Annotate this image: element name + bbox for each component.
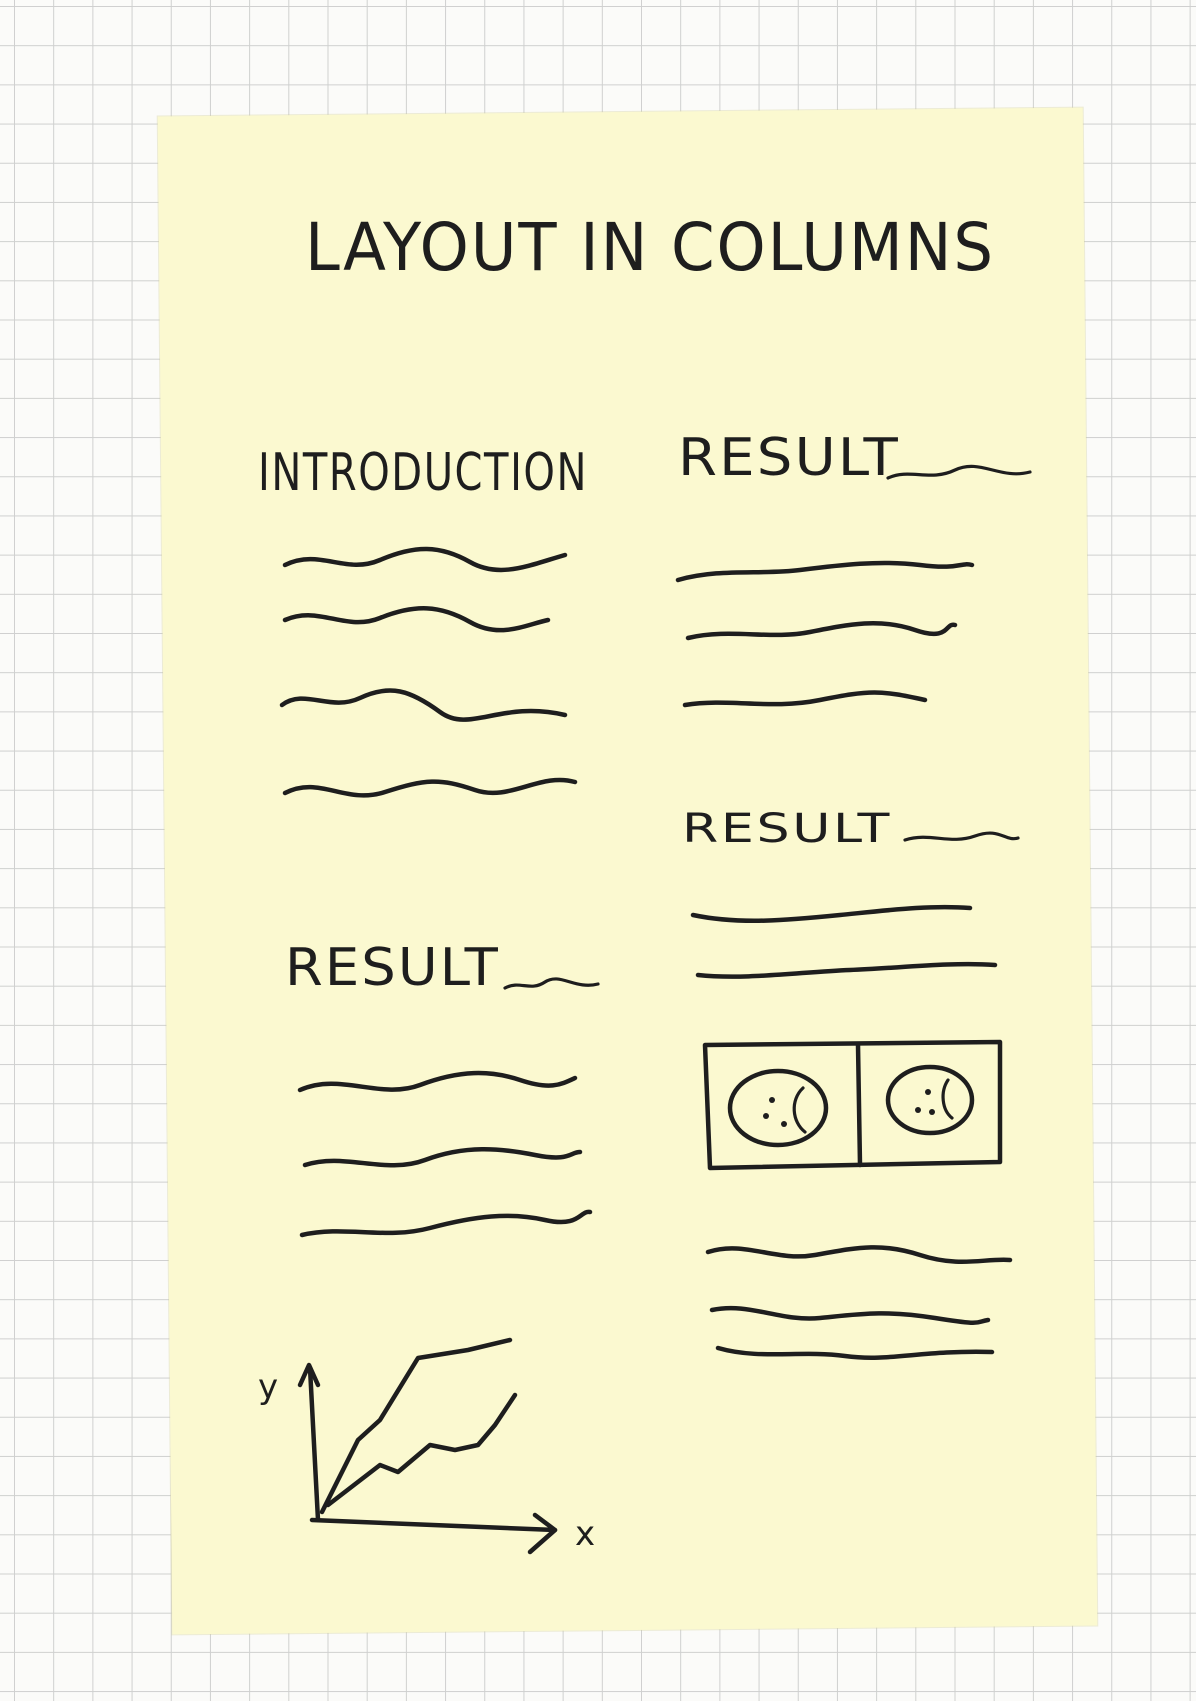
- scribble-line: [302, 1146, 583, 1168]
- scribble-line: [282, 546, 568, 573]
- y-axis: [307, 1365, 321, 1523]
- scribble-line: [709, 1305, 991, 1326]
- left-heading-result: RESULT: [285, 938, 500, 998]
- x-axis-label: x: [575, 1514, 597, 1554]
- scribble-line: [690, 904, 973, 923]
- image-panel-divider: [855, 1042, 863, 1168]
- face-mouth: [792, 1086, 807, 1134]
- y-axis-label: y: [258, 1367, 280, 1407]
- scribble-line: [675, 560, 975, 583]
- scanned-page: { "note": { "title": "LAYOUT IN COLUMNS"…: [0, 0, 1196, 1701]
- scribble-line: [279, 688, 568, 722]
- face-eye: [925, 1089, 931, 1095]
- line-chart-sketch: y x: [258, 1337, 597, 1555]
- right-result-1-text-lines: [675, 560, 975, 708]
- heading-trailing-scribble: [503, 977, 600, 990]
- right-result-2-text-lines: [690, 904, 998, 979]
- heading-trailing-scribble: [886, 464, 1032, 480]
- scribble-line: [705, 1245, 1013, 1265]
- heading-trailing-scribble: [903, 831, 1020, 842]
- scribble-line: [685, 621, 958, 641]
- scribble-line: [282, 777, 578, 798]
- x-axis-arrow-head: [527, 1512, 558, 1555]
- right-heading-result-1: RESULT: [678, 428, 900, 488]
- face-eye: [929, 1109, 935, 1115]
- left-result-text-lines: [297, 1070, 593, 1238]
- note-title: LAYOUT IN COLUMNS: [305, 209, 995, 286]
- scribble-line: [682, 690, 928, 708]
- image-panel-sketch: [702, 1039, 1003, 1171]
- sketch-drawing: LAYOUT IN COLUMNS INTRODUCTION RESULT y …: [258, 209, 1032, 1555]
- scribble-line: [715, 1345, 995, 1360]
- scribble-line: [695, 961, 998, 979]
- face-sketch-left: [727, 1068, 829, 1148]
- scribble-line: [299, 1209, 593, 1238]
- right-heading-result-2: RESULT: [682, 806, 892, 852]
- face-outline: [885, 1064, 975, 1136]
- chart-line-lower: [325, 1392, 518, 1508]
- face-eye: [769, 1097, 775, 1103]
- image-panel-frame: [702, 1039, 1003, 1171]
- face-eye: [763, 1113, 769, 1119]
- right-bottom-text-lines: [705, 1245, 1013, 1360]
- face-mouth: [941, 1078, 954, 1120]
- x-axis: [309, 1517, 558, 1533]
- face-sketch-right: [885, 1064, 975, 1136]
- scribble-line: [282, 606, 551, 633]
- left-heading-introduction: INTRODUCTION: [258, 443, 588, 503]
- left-intro-text-lines: [279, 546, 578, 798]
- face-eye: [781, 1121, 787, 1127]
- face-eye: [915, 1107, 921, 1113]
- face-outline: [727, 1068, 829, 1148]
- scribble-line: [297, 1070, 578, 1093]
